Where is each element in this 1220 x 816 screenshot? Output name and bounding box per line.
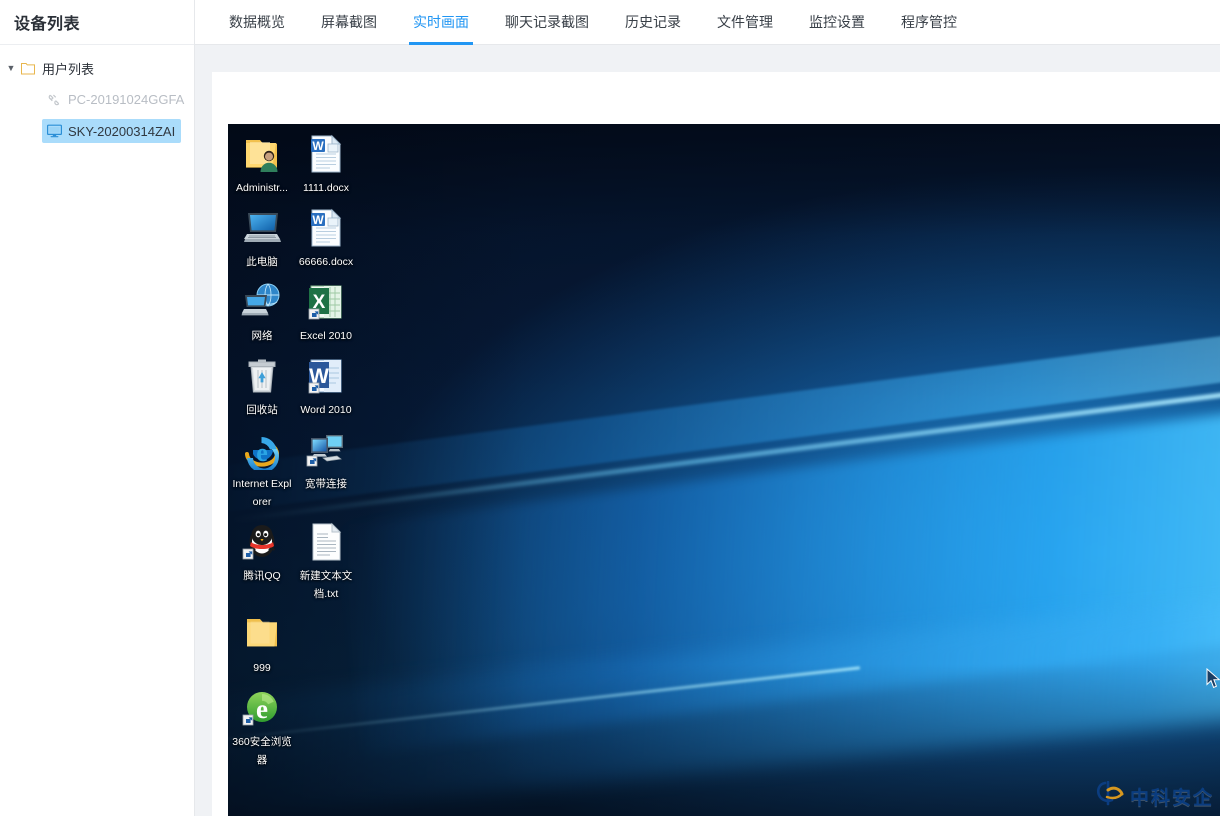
desktop-icon-this-pc[interactable]: 此电脑 [230, 204, 294, 270]
desktop-icon-broadband-connection[interactable]: 宽带连接 [294, 426, 358, 510]
desktop-icon-row: Administr... W 1111.docx [230, 130, 428, 204]
excel-shortcut-icon: X [304, 282, 348, 324]
svg-text:e: e [256, 438, 268, 467]
desktop-icon-row: 回收站 W Word 2010 [230, 352, 428, 426]
desktop-icon-label: Excel 2010 [300, 330, 352, 342]
sidebar-item-label: PC-20191024GGFA [68, 91, 185, 107]
user-folder-icon [240, 134, 284, 176]
desktop-icon-label: 999 [253, 662, 271, 674]
sidebar-header: 设备列表 [0, 0, 194, 45]
tab-file-management[interactable]: 文件管理 [699, 0, 791, 44]
sidebar-item-label: SKY-20200314ZAI [68, 123, 176, 139]
desktop-icon-1111-docx[interactable]: W 1111.docx [294, 130, 358, 196]
desktop-icon-label: 网络 [251, 330, 273, 342]
tab-chat-log-capture[interactable]: 聊天记录截图 [487, 0, 607, 44]
desktop-icon-360-browser[interactable]: e 360安全浏览器 [230, 684, 294, 768]
folder-icon [240, 614, 284, 656]
desktop-icon-label: 宽带连接 [305, 478, 347, 490]
chevron-down-icon[interactable]: ▼ [3, 60, 19, 76]
content-area: Administr... W 1111.docx 此电脑 W 66666.doc… [195, 45, 1220, 816]
word-document-icon: W [304, 134, 348, 176]
desktop-icon-label: Internet Explorer [232, 478, 292, 508]
device-list-sidebar: 设备列表 ▼ 用户列表 PC-20191024GGFA SKY-20200314… [0, 0, 195, 816]
desktop-icon-row: e Internet Explorer 宽带连接 [230, 426, 428, 518]
monitor-icon [46, 123, 62, 139]
tencent-qq-icon [240, 522, 284, 564]
desktop-icon-66666-docx[interactable]: W 66666.docx [294, 204, 358, 270]
desktop-icon-tencent-qq[interactable]: 腾讯QQ [230, 518, 294, 602]
desktop-icon-row: 腾讯QQ 新建文本文档.txt [230, 518, 428, 610]
sidebar-item-pc-20191024ggfa[interactable]: PC-20191024GGFA [0, 87, 194, 111]
svg-text:W: W [312, 213, 324, 227]
desktop-icon-row: 网络 X Excel 2010 [230, 278, 428, 352]
recycle-bin-icon [240, 356, 284, 398]
tab-monitor-settings[interactable]: 监控设置 [791, 0, 883, 44]
360-browser-icon: e [240, 688, 284, 730]
desktop-icon-word-2010[interactable]: W Word 2010 [294, 352, 358, 418]
tree-node-user-list[interactable]: ▼ 用户列表 [0, 57, 194, 79]
desktop-icon-row: e 360安全浏览器 [230, 684, 428, 776]
desktop-icon-label: 新建文本文档.txt [299, 570, 353, 600]
word-document-icon: W [304, 208, 348, 250]
tab-data-overview[interactable]: 数据概览 [211, 0, 303, 44]
desktop-icon-label: 腾讯QQ [243, 570, 281, 582]
svg-text:e: e [256, 694, 268, 724]
main-area: 数据概览 屏幕截图 实时画面 聊天记录截图 历史记录 文件管理 监控设置 程序管… [195, 0, 1220, 816]
desktop-icon-row: 此电脑 W 66666.docx [230, 204, 428, 278]
broken-link-icon [46, 91, 62, 107]
app-root: 设备列表 ▼ 用户列表 PC-20191024GGFA SKY-20200314… [0, 0, 1220, 816]
desktop-icon-excel-2010[interactable]: X Excel 2010 [294, 278, 358, 344]
folder-icon [21, 62, 36, 75]
text-file-icon [304, 522, 348, 564]
desktop-icon-label: Word 2010 [300, 404, 352, 416]
desktop-icon-label: 360安全浏览器 [232, 736, 292, 766]
live-screen-panel: Administr... W 1111.docx 此电脑 W 66666.doc… [212, 72, 1220, 816]
sidebar-item-sky-20200314zai[interactable]: SKY-20200314ZAI [0, 119, 194, 143]
remote-desktop-view[interactable]: Administr... W 1111.docx 此电脑 W 66666.doc… [228, 124, 1220, 816]
page-title: 设备列表 [14, 16, 81, 33]
tree-node-label: 用户列表 [42, 61, 95, 77]
desktop-icon-recycle-bin[interactable]: 回收站 [230, 352, 294, 418]
tab-bar: 数据概览 屏幕截图 实时画面 聊天记录截图 历史记录 文件管理 监控设置 程序管… [195, 0, 1220, 45]
desktop-icon-administrator[interactable]: Administr... [230, 130, 294, 196]
desktop-icon-label: 1111.docx [302, 182, 350, 194]
this-pc-icon [240, 208, 284, 250]
desktop-icon-label: 此电脑 [246, 256, 278, 268]
word-shortcut-icon: W [304, 356, 348, 398]
svg-text:W: W [312, 139, 324, 153]
device-tree: ▼ 用户列表 PC-20191024GGFA SKY-20200314ZAI [0, 45, 194, 143]
desktop-icon-label: 66666.docx [298, 256, 354, 268]
network-icon [240, 282, 284, 324]
desktop-icon-new-text-document[interactable]: 新建文本文档.txt [294, 518, 358, 602]
desktop-icon-internet-explorer[interactable]: e Internet Explorer [230, 426, 294, 510]
tab-screenshot[interactable]: 屏幕截图 [303, 0, 395, 44]
tab-program-control[interactable]: 程序管控 [883, 0, 975, 44]
tab-history[interactable]: 历史记录 [607, 0, 699, 44]
desktop-icon-grid: Administr... W 1111.docx 此电脑 W 66666.doc… [228, 124, 428, 776]
desktop-icon-network[interactable]: 网络 [230, 278, 294, 344]
internet-explorer-icon: e [240, 430, 284, 472]
broadband-connection-icon [304, 430, 348, 472]
desktop-icon-row: 999 [230, 610, 428, 684]
desktop-icon-999[interactable]: 999 [230, 610, 294, 676]
desktop-icon-label: Administr... [236, 182, 288, 194]
tab-live-screen[interactable]: 实时画面 [395, 0, 487, 45]
desktop-icon-label: 回收站 [246, 404, 278, 416]
